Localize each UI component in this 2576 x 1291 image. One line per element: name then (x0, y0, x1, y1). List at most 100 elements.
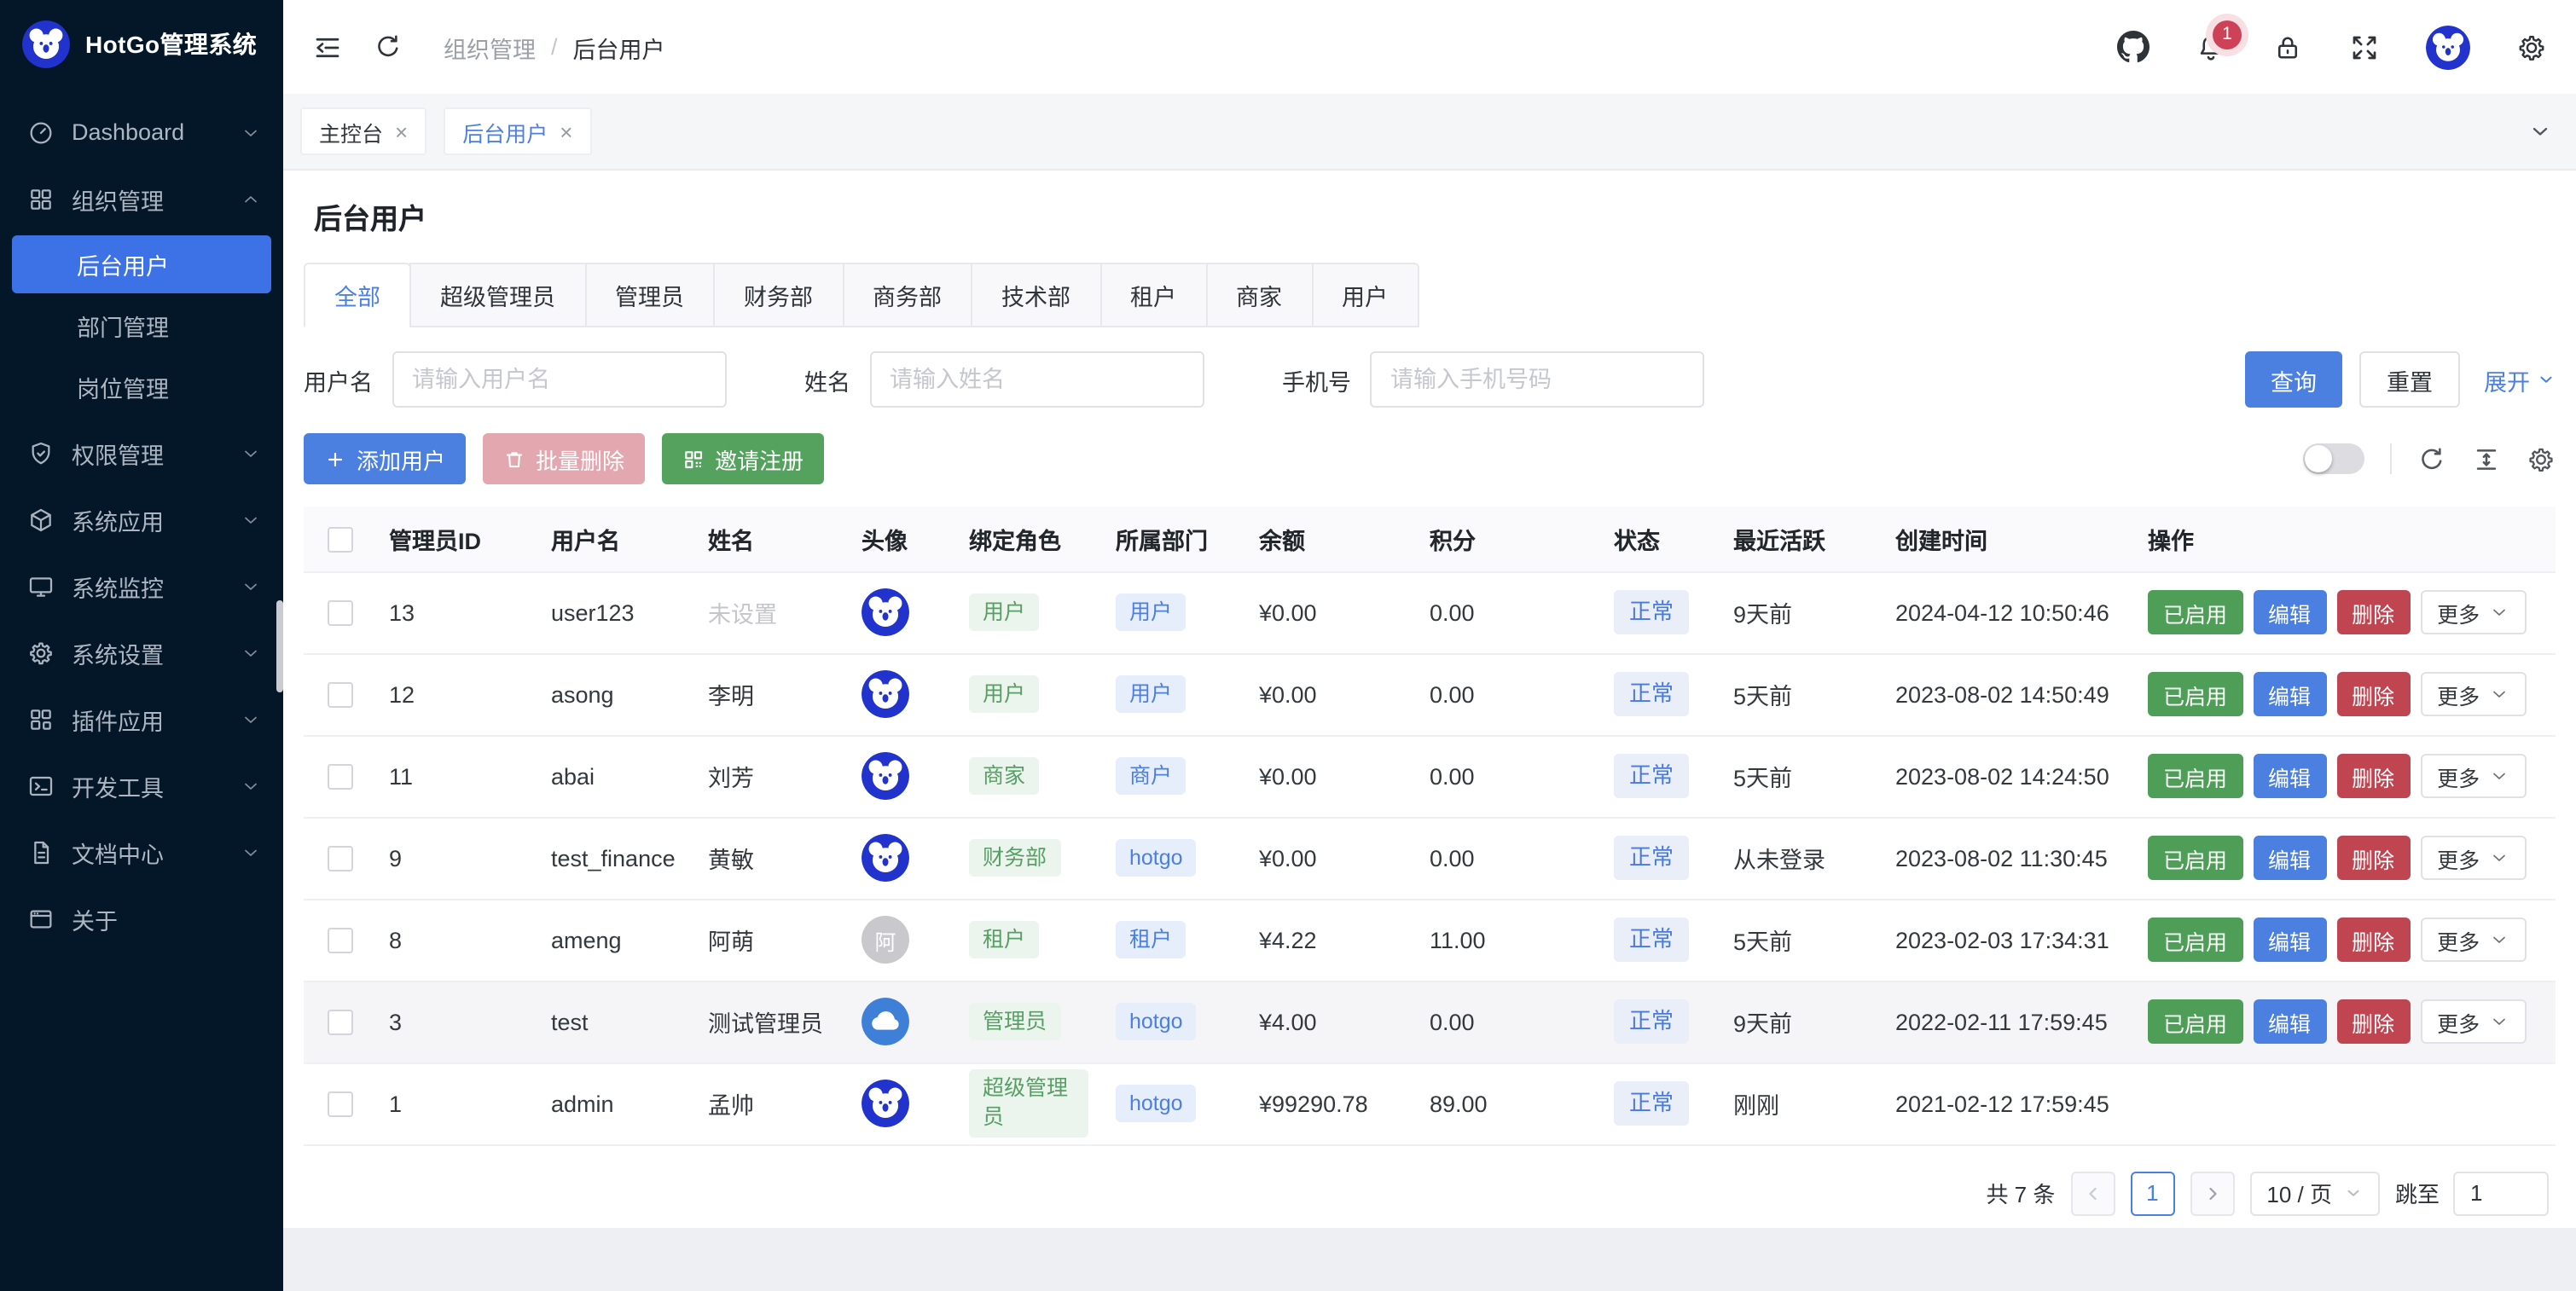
query-button[interactable]: 查询 (2245, 351, 2342, 408)
delete-button[interactable]: 删除 (2336, 590, 2410, 634)
sidebar-item-docs[interactable]: 文档中心 (0, 819, 283, 885)
row-checkbox[interactable] (327, 600, 352, 626)
sidebar-item-sysset[interactable]: 系统设置 (0, 619, 283, 686)
page-size-select[interactable]: 10 / 页 (2249, 1171, 2380, 1215)
sidebar-subitem[interactable]: 后台用户 (12, 235, 271, 293)
sidebar-item-sysapp[interactable]: 系统应用 (0, 486, 283, 553)
edit-button[interactable]: 编辑 (2253, 836, 2326, 880)
table-settings-gear-icon[interactable] (2527, 444, 2556, 473)
tab-close-icon[interactable]: × (395, 120, 408, 142)
menu-fold-icon[interactable] (312, 32, 343, 62)
enabled-button[interactable]: 已启用 (2148, 918, 2242, 962)
cell-balance: ¥4.22 (1245, 899, 1416, 981)
delete-button[interactable]: 删除 (2336, 754, 2410, 798)
filter-tab-label: 租户 (1130, 278, 1176, 312)
filter-tab[interactable]: 租户 (1099, 263, 1207, 327)
edit-button[interactable]: 编辑 (2253, 918, 2326, 962)
page-jump-input[interactable] (2453, 1171, 2549, 1215)
pagination-next-button[interactable] (2190, 1171, 2234, 1215)
sidebar-item-auth[interactable]: 权限管理 (0, 420, 283, 486)
filter-tab[interactable]: 用户 (1311, 263, 1419, 327)
row-checkbox[interactable] (327, 1091, 352, 1117)
more-button[interactable]: 更多 (2420, 836, 2526, 880)
cell-avatar (848, 735, 955, 817)
more-button[interactable]: 更多 (2420, 672, 2526, 716)
sidebar-logo[interactable]: HotGo管理系统 (0, 0, 283, 89)
invite-register-button[interactable]: 邀请注册 (662, 433, 824, 484)
github-icon[interactable] (2117, 31, 2150, 63)
filter-tab[interactable]: 商家 (1205, 263, 1313, 327)
invite-register-label: 邀请注册 (715, 443, 804, 475)
filter-tab[interactable]: 管理员 (584, 263, 715, 327)
add-user-button[interactable]: 添加用户 (304, 433, 466, 484)
notifications-bell-icon[interactable]: 1 (2196, 32, 2226, 62)
reset-button[interactable]: 重置 (2359, 351, 2460, 408)
edit-button[interactable]: 编辑 (2253, 672, 2326, 716)
pagination-prev-button[interactable] (2070, 1171, 2115, 1215)
sidebar-item-org[interactable]: 组织管理 (0, 165, 283, 232)
sidebar-item-dashboard[interactable]: Dashboard (0, 99, 283, 165)
row-checkbox[interactable] (327, 682, 352, 708)
delete-button[interactable]: 删除 (2336, 672, 2410, 716)
cell-name: 未设置 (694, 571, 848, 653)
more-button[interactable]: 更多 (2420, 590, 2526, 634)
table-reload-icon[interactable] (2417, 444, 2446, 473)
lock-screen-icon[interactable] (2272, 32, 2303, 62)
filter-tab[interactable]: 商务部 (842, 263, 972, 327)
edit-button[interactable]: 编辑 (2253, 754, 2326, 798)
page-tab[interactable]: 后台用户× (444, 107, 591, 155)
sidebar-item-plugin[interactable]: 插件应用 (0, 686, 283, 752)
breadcrumb-parent[interactable]: 组织管理 (444, 30, 536, 64)
sidebar-subitem[interactable]: 岗位管理 (12, 358, 271, 416)
enabled-button[interactable]: 已启用 (2148, 836, 2242, 880)
tab-close-icon[interactable]: × (560, 120, 572, 142)
phone-input[interactable] (1370, 351, 1704, 408)
settings-gear-icon[interactable] (2516, 32, 2547, 62)
cell-created-at: 2023-02-03 17:34:31 (1882, 899, 2134, 981)
select-all-checkbox[interactable] (327, 526, 352, 552)
row-checkbox[interactable] (327, 1010, 352, 1035)
sidebar-scrollbar-thumb[interactable] (276, 600, 283, 692)
delete-button[interactable]: 删除 (2336, 836, 2410, 880)
filter-tab[interactable]: 技术部 (971, 263, 1101, 327)
sidebar-item-devtool[interactable]: 开发工具 (0, 752, 283, 819)
delete-button[interactable]: 删除 (2336, 999, 2410, 1044)
enabled-button[interactable]: 已启用 (2148, 754, 2242, 798)
batch-delete-label: 批量删除 (536, 443, 624, 475)
user-avatar[interactable] (2426, 25, 2470, 69)
sidebar-subitem[interactable]: 部门管理 (12, 297, 271, 355)
table-density-icon[interactable] (2472, 444, 2501, 473)
name-input[interactable] (869, 351, 1204, 408)
edit-button[interactable]: 编辑 (2253, 590, 2326, 634)
row-checkbox[interactable] (327, 928, 352, 953)
table-toggle-switch[interactable] (2303, 443, 2364, 474)
breadcrumb-current[interactable]: 后台用户 (573, 30, 665, 64)
more-button[interactable]: 更多 (2420, 999, 2526, 1044)
more-button[interactable]: 更多 (2420, 754, 2526, 798)
more-button[interactable]: 更多 (2420, 918, 2526, 962)
row-checkbox[interactable] (327, 846, 352, 871)
refresh-icon[interactable] (374, 32, 403, 61)
batch-delete-button[interactable]: 批量删除 (483, 433, 645, 484)
table-row: 11abai刘芳商家商户¥0.000.00正常5天前2023-08-02 14:… (304, 735, 2556, 817)
filter-tab[interactable]: 财务部 (713, 263, 844, 327)
page-tab[interactable]: 主控台× (300, 107, 426, 155)
enabled-button[interactable]: 已启用 (2148, 999, 2242, 1044)
username-input[interactable] (392, 351, 726, 408)
edit-button[interactable]: 编辑 (2253, 999, 2326, 1044)
tabbar-chevron-down-icon[interactable] (2528, 119, 2559, 143)
filter-tab[interactable]: 超级管理员 (409, 263, 586, 327)
page-size-label: 10 / 页 (2266, 1177, 2332, 1209)
delete-button[interactable]: 删除 (2336, 918, 2410, 962)
expand-link[interactable]: 展开 (2484, 362, 2556, 397)
pagination-page-1[interactable]: 1 (2130, 1171, 2174, 1215)
filter-tab[interactable]: 全部 (304, 263, 411, 327)
enabled-button[interactable]: 已启用 (2148, 590, 2242, 634)
sidebar-item-sysmon[interactable]: 系统监控 (0, 553, 283, 619)
fullscreen-icon[interactable] (2349, 32, 2380, 62)
sidebar-item-about[interactable]: 关于 (0, 885, 283, 952)
row-checkbox[interactable] (327, 764, 352, 790)
cell-last-active: 5天前 (1720, 899, 1882, 981)
enabled-button[interactable]: 已启用 (2148, 672, 2242, 716)
app-title: HotGo管理系统 (85, 27, 257, 61)
